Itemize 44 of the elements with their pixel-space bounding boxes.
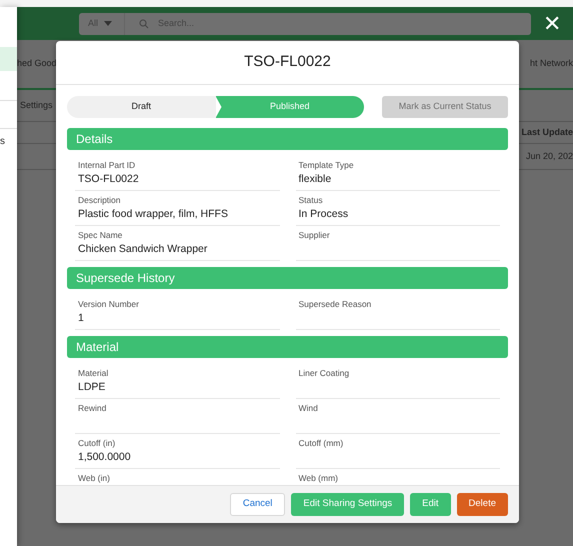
caret-icon [104,21,112,26]
field-label: Rewind [78,402,108,414]
background-label: Settings [20,98,53,112]
footer-button[interactable]: Cancel [230,493,286,516]
field-value: In Process [298,207,350,222]
field-value: Chicken Sandwich Wrapper [78,242,208,257]
field-value: Plastic food wrapper, film, HFFS [78,207,229,222]
field-label: Cutoff (in) [78,437,116,449]
status-step[interactable]: Draft [67,96,216,118]
highlighted-row [0,47,17,71]
field-value: LDPE [78,380,106,395]
field-label: Template Type [298,159,355,171]
field-label: Status [298,194,324,206]
search-icon [139,18,149,28]
field-label: Spec Name [78,229,124,241]
field-label: Description [78,194,122,206]
close-button[interactable]: ✕ [543,12,561,34]
section-header: Material [67,336,508,358]
field-value: TSO-FL0022 [78,172,140,187]
field-label: Supplier [298,229,331,241]
footer-button[interactable]: Edit [410,493,451,516]
field-value: 1 [78,311,85,326]
field-label: Supersede Reason [298,298,372,310]
field-label: Material [78,367,110,379]
field-label: Version Number [78,298,140,310]
dialog-title: TSO-FL0022 [244,52,331,72]
footer-button[interactable]: Delete [456,493,508,516]
side-text: s [0,134,5,148]
field-label: Internal Part ID [78,159,136,171]
field-value: 1,500.0000 [78,450,132,465]
section-header: Details [67,128,508,150]
tab-label: ht Network [530,57,573,70]
field-label: Web (mm) [298,472,340,484]
status-step[interactable]: Published [216,96,364,118]
field-value: flexible [298,172,332,187]
footer-button[interactable]: Edit Sharing Settings [291,493,404,516]
field-label: Cutoff (mm) [298,437,344,449]
field-label: Web (in) [78,472,111,484]
tab-label: hed Good [17,57,57,70]
section-header: Supersede History [67,267,508,289]
field-label: Liner Coating [298,367,350,379]
field-label: Wind [298,402,319,414]
column-heading: Last Update [521,126,573,139]
table-cell-text: Jun 20, 202 [526,150,573,163]
